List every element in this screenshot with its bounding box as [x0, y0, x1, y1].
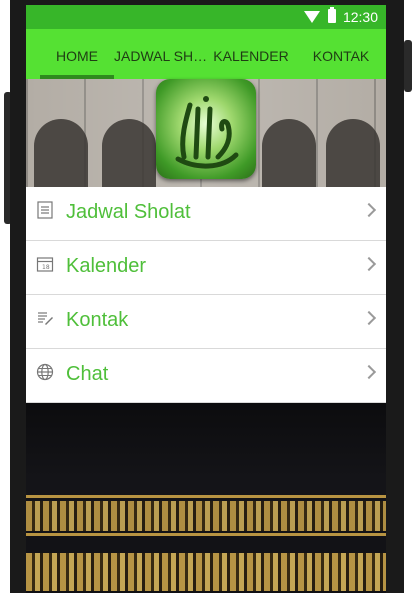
globe-icon: [36, 363, 54, 381]
gold-trim: [26, 495, 386, 498]
menu-item-chat[interactable]: Chat: [26, 349, 386, 403]
menu-item-label: Kontak: [66, 309, 129, 331]
chevron-right-icon: [361, 310, 377, 326]
menu-item-jadwal-sholat[interactable]: Jadwal Sholat: [26, 187, 386, 241]
chevron-right-icon: [361, 364, 377, 380]
menu-item-kalender[interactable]: 18 Kalender: [26, 241, 386, 295]
tab-home[interactable]: HOME: [40, 29, 114, 79]
menu-list: Jadwal Sholat 18 Kalender Kontak Chat: [26, 187, 386, 403]
status-time: 12:30: [342, 9, 378, 25]
arch-shape: [34, 119, 88, 189]
menu-item-label: Kalender: [66, 255, 147, 277]
phone-side-button: [404, 40, 412, 92]
svg-text:18: 18: [42, 264, 50, 271]
calendar-icon: 18: [36, 257, 54, 272]
menu-item-label: Chat: [66, 363, 109, 385]
chevron-right-icon: [361, 256, 377, 272]
gold-trim: [26, 533, 386, 536]
menu-item-label: Jadwal Sholat: [66, 201, 191, 223]
tab-bar: HOME JADWAL SHOLAT KALENDER KONTAK: [26, 29, 386, 79]
tab-kalender[interactable]: KALENDER: [210, 29, 292, 79]
arch-shape: [262, 119, 316, 189]
edit-icon: [38, 312, 53, 325]
gold-calligraphy-band: [26, 501, 386, 531]
arch-shape: [326, 119, 380, 189]
wifi-icon: [304, 11, 320, 23]
tab-kontak[interactable]: KONTAK: [302, 29, 380, 79]
allah-calligraphy-icon: [156, 79, 256, 179]
kaaba-background-image: [26, 403, 386, 593]
menu-item-kontak[interactable]: Kontak: [26, 295, 386, 349]
tab-jadwal-sholat[interactable]: JADWAL SHOLAT: [114, 29, 210, 79]
chevron-right-icon: [361, 202, 377, 218]
arch-shape: [102, 119, 156, 189]
gold-calligraphy-band: [26, 553, 386, 591]
app-screen: 12:30 HOME JADWAL SHOLAT KALENDER KONTAK: [26, 5, 386, 593]
status-bar: 12:30: [26, 5, 386, 29]
document-icon: [37, 201, 53, 219]
battery-icon: [328, 7, 336, 23]
